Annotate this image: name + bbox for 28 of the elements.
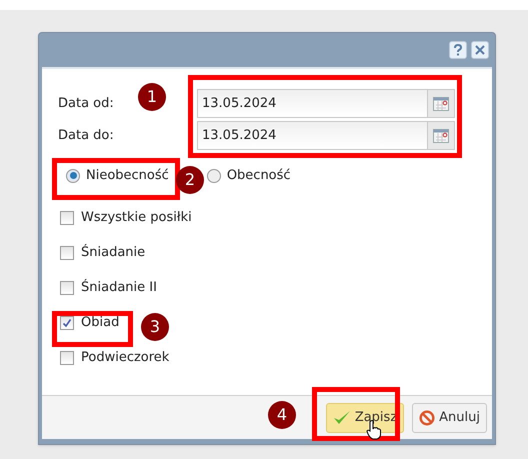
radio-button[interactable]	[66, 168, 80, 183]
prohibited-icon	[419, 410, 436, 426]
checkbox-label: Śniadanie	[81, 243, 146, 262]
checkbox[interactable]	[60, 246, 74, 260]
checkmark-icon	[332, 410, 351, 426]
checkbox-label: Wszystkie posiłki	[81, 208, 192, 227]
calendar-icon[interactable]	[433, 96, 449, 110]
checkbox[interactable]	[60, 280, 74, 294]
close-icon	[475, 45, 485, 55]
checkbox[interactable]	[60, 316, 74, 330]
close-button[interactable]	[471, 41, 489, 59]
help-button[interactable]	[449, 41, 467, 59]
date-field[interactable]: 13.05.2024	[197, 89, 455, 118]
save-button[interactable]: Zapisz	[326, 402, 404, 432]
radio-label: Nieobecność	[86, 167, 169, 185]
field-label: Data do:	[58, 126, 114, 145]
help-icon	[453, 44, 463, 56]
checkbox[interactable]	[60, 350, 74, 364]
checkbox-label: Podwieczorek	[81, 348, 170, 367]
radio-button[interactable]	[206, 168, 221, 183]
field-label: Data od:	[58, 94, 114, 113]
radio-label: Obecność	[226, 167, 291, 185]
calendar-icon[interactable]	[433, 128, 449, 142]
checkbox-label: Śniadanie II	[81, 278, 157, 297]
date-field[interactable]: 13.05.2024	[197, 121, 455, 150]
checkbox-label: Obiad	[81, 314, 120, 332]
cancel-button[interactable]: Anuluj	[412, 402, 487, 432]
checkbox[interactable]	[60, 210, 74, 224]
